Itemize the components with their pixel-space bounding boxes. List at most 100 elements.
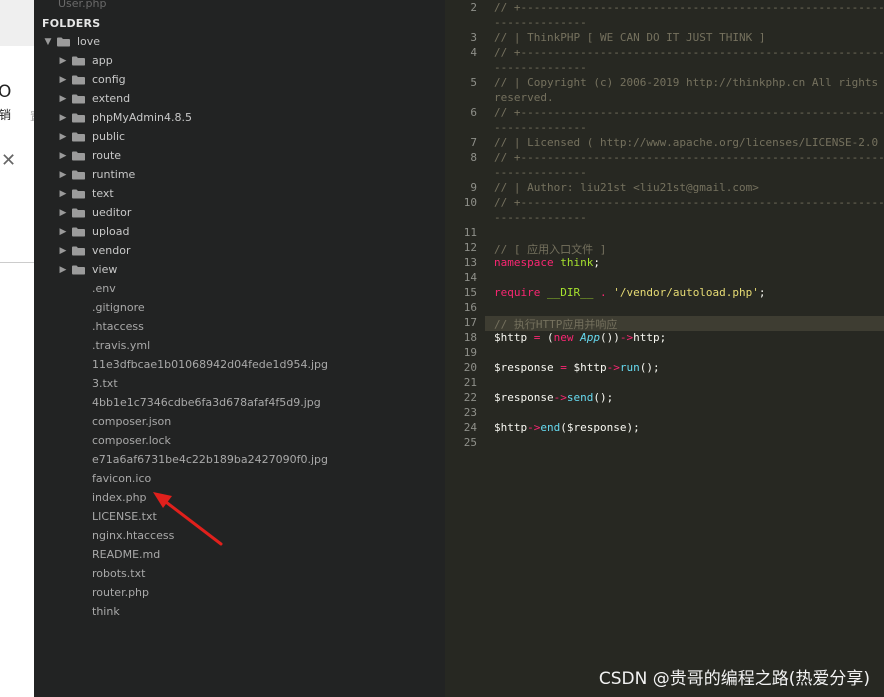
tree-file[interactable]: nginx.htaccess — [92, 526, 174, 545]
tree-file[interactable]: router.php — [92, 583, 149, 602]
code-line: -------------- — [494, 16, 587, 29]
expanded-arrow-icon[interactable]: ▼ — [42, 37, 54, 47]
code-identifier: __DIR__ — [546, 286, 594, 299]
line-number: 9 — [470, 181, 477, 194]
folders-heading: FOLDERS — [42, 17, 101, 30]
code-line: -------------- — [494, 166, 587, 179]
code-line: // +------------------------------------… — [494, 1, 884, 14]
tree-folder-app[interactable]: ▶ app — [57, 51, 113, 70]
collapsed-arrow-icon[interactable]: ▶ — [57, 246, 69, 256]
code-token: ( — [547, 331, 554, 344]
tree-file[interactable]: index.php — [92, 488, 147, 507]
tree-folder-config[interactable]: ▶ config — [57, 70, 126, 89]
collapsed-arrow-icon[interactable]: ▶ — [57, 189, 69, 199]
line-number: 11 — [463, 226, 477, 239]
code-comment: -------------- — [494, 61, 587, 74]
tree-file[interactable]: LICENSE.txt — [92, 507, 157, 526]
code-line: // | Copyright (c) 2006-2019 http://thin… — [494, 76, 878, 89]
code-keyword: new — [553, 331, 574, 344]
tree-file[interactable]: 11e3dfbcae1b01068942d04fede1d954.jpg — [92, 355, 328, 374]
code-line: require __DIR__ . '/vendor/autoload.php'… — [494, 286, 766, 299]
code-operator: . — [593, 286, 614, 299]
line-number: 6 — [470, 106, 477, 119]
tree-file[interactable]: .htaccess — [92, 317, 144, 336]
collapsed-arrow-icon[interactable]: ▶ — [57, 113, 69, 123]
code-comment: // +------------------------------------… — [494, 106, 884, 119]
code-token: $http — [573, 361, 607, 374]
line-number: 13 — [463, 256, 477, 269]
collapsed-arrow-icon[interactable]: ▶ — [57, 75, 69, 85]
tree-file[interactable]: .gitignore — [92, 298, 145, 317]
code-comment: -------------- — [494, 211, 587, 224]
code-line: $http->end($response); — [494, 421, 640, 434]
code-token: ; — [758, 286, 766, 299]
collapsed-arrow-icon[interactable]: ▶ — [57, 170, 69, 180]
tree-file[interactable]: .travis.yml — [92, 336, 150, 355]
line-number: 23 — [463, 406, 477, 419]
folder-label: runtime — [92, 168, 136, 181]
code-keyword: require — [494, 286, 541, 299]
tree-file[interactable]: e71a6af6731be4c22b189ba2427090f0.jpg — [92, 450, 328, 469]
line-number: 16 — [463, 301, 477, 314]
code-comment: -------------- — [494, 121, 587, 134]
code-identifier: think — [560, 256, 594, 269]
code-line: $response->send(); — [494, 391, 613, 404]
tree-folder-phpmyadmin4-8-5[interactable]: ▶ phpMyAdmin4.8.5 — [57, 108, 192, 127]
code-function: end — [540, 421, 561, 434]
collapsed-arrow-icon[interactable]: ▶ — [57, 94, 69, 104]
tree-file[interactable]: README.md — [92, 545, 160, 564]
line-number: 3 — [470, 31, 477, 44]
tree-file[interactable]: think — [92, 602, 120, 621]
line-number: 4 — [470, 46, 477, 59]
code-line: // | ThinkPHP [ WE CAN DO IT JUST THINK … — [494, 31, 766, 44]
code-comment: // | Licensed ( http://www.apache.org/li… — [494, 136, 884, 149]
collapsed-arrow-icon[interactable]: ▶ — [57, 56, 69, 66]
code-token: ()) — [600, 331, 620, 344]
line-number: 22 — [463, 391, 477, 404]
tree-file[interactable]: composer.lock — [92, 431, 171, 450]
code-line: // +------------------------------------… — [494, 46, 884, 59]
tree-folder-upload[interactable]: ▶ upload — [57, 222, 130, 241]
code-comment: // [ 应用入口文件 ] — [494, 243, 607, 256]
open-file-label[interactable]: User.php — [58, 0, 107, 10]
code-operator: -> — [527, 421, 541, 434]
tree-file[interactable]: .env — [92, 279, 116, 298]
folder-icon — [72, 151, 86, 161]
code-operator: -> — [619, 331, 634, 344]
collapsed-arrow-icon[interactable]: ▶ — [57, 132, 69, 142]
tree-file[interactable]: favicon.ico — [92, 469, 151, 488]
code-token: http; — [633, 331, 667, 344]
code-comment: // +------------------------------------… — [494, 1, 884, 14]
code-line: // [ 应用入口文件 ] — [494, 241, 606, 257]
folder-icon — [72, 265, 86, 275]
line-number: 24 — [463, 421, 477, 434]
tree-root-folder[interactable]: ▼ love — [42, 32, 101, 51]
collapsed-arrow-icon[interactable]: ▶ — [57, 151, 69, 161]
tree-file[interactable]: composer.json — [92, 412, 171, 431]
tree-folder-extend[interactable]: ▶ extend — [57, 89, 131, 108]
line-number: 20 — [463, 361, 477, 374]
code-keyword: namespace — [494, 256, 554, 269]
tree-file[interactable]: 4bb1e1c7346cdbe6fa3d678afaf4f5d9.jpg — [92, 393, 321, 412]
code-editor[interactable]: 2 3 4 5 6 7 8 9 10 11 12 13 14 15 16 17 18 19 20 21 22 23 24 25… — [445, 0, 884, 697]
tree-folder-view[interactable]: ▶ view — [57, 260, 118, 279]
tree-file[interactable]: 3.txt — [92, 374, 118, 393]
tree-folder-vendor[interactable]: ▶ vendor — [57, 241, 131, 260]
tree-folder-route[interactable]: ▶ route — [57, 146, 122, 165]
collapsed-arrow-icon[interactable]: ▶ — [57, 227, 69, 237]
collapsed-arrow-icon[interactable]: ▶ — [57, 265, 69, 275]
line-number: 12 — [463, 241, 477, 254]
collapsed-arrow-icon[interactable]: ▶ — [57, 208, 69, 218]
code-token: (); — [639, 361, 660, 374]
code-token: ; — [593, 256, 600, 269]
tree-file[interactable]: robots.txt — [92, 564, 145, 583]
line-number-gutter: 2 3 4 5 6 7 8 9 10 11 12 13 14 15 16 17 18 19 20 21 22 23 24 25 — [445, 0, 485, 697]
tree-folder-ueditor[interactable]: ▶ ueditor — [57, 203, 132, 222]
tree-folder-runtime[interactable]: ▶ runtime — [57, 165, 136, 184]
folder-icon — [72, 227, 86, 237]
close-icon[interactable]: ✕ — [1, 150, 16, 171]
folder-label: text — [92, 187, 114, 200]
tree-folder-text[interactable]: ▶ text — [57, 184, 114, 203]
tree-folder-public[interactable]: ▶ public — [57, 127, 126, 146]
sidebar: User.php FOLDERS ▼ love ▶ app ▶ config ▶ extend… — [34, 0, 445, 697]
